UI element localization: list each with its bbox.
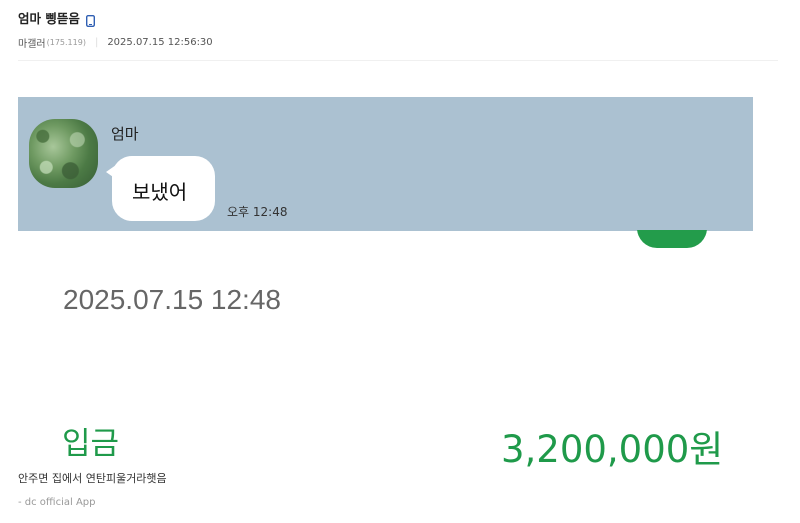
post-title: 엄마 삥뜯음 xyxy=(18,11,80,26)
title-row: 엄마 삥뜯음 xyxy=(18,8,778,27)
meta-separator: | xyxy=(94,37,99,48)
chat-screenshot: 엄마 보냈어 오후 12:48 xyxy=(18,97,753,231)
transaction-datetime: 2025.07.15 12:48 xyxy=(63,284,281,315)
author-ip: (175.119) xyxy=(46,38,86,47)
transaction-amount: 3,200,000원 xyxy=(501,428,724,471)
message-text: 보냈어 xyxy=(132,180,188,204)
green-button-peek xyxy=(637,230,707,250)
message-bubble: 보냈어 xyxy=(106,156,215,221)
bubble-tail xyxy=(106,165,116,179)
post-date: 2025.07.15 12:56:30 xyxy=(107,37,213,48)
mobile-phone-icon xyxy=(85,12,95,27)
chat-sender-name: 엄마 xyxy=(111,125,139,143)
post-header: 엄마 삥뜯음 마갤러 (175.119) | 2025.07.15 12:56:… xyxy=(18,8,778,50)
message-time: 오후 12:48 xyxy=(227,205,288,219)
post-body-text: 안주면 집에서 연탄피울거라햇음 xyxy=(18,472,167,485)
avatar xyxy=(29,119,98,188)
header-divider xyxy=(18,60,778,61)
post-meta: 마갤러 (175.119) | 2025.07.15 12:56:30 xyxy=(18,35,778,50)
post-footer: - dc official App xyxy=(18,497,96,508)
transaction-type: 입금 xyxy=(62,426,120,462)
author-name[interactable]: 마갤러 xyxy=(18,35,46,50)
